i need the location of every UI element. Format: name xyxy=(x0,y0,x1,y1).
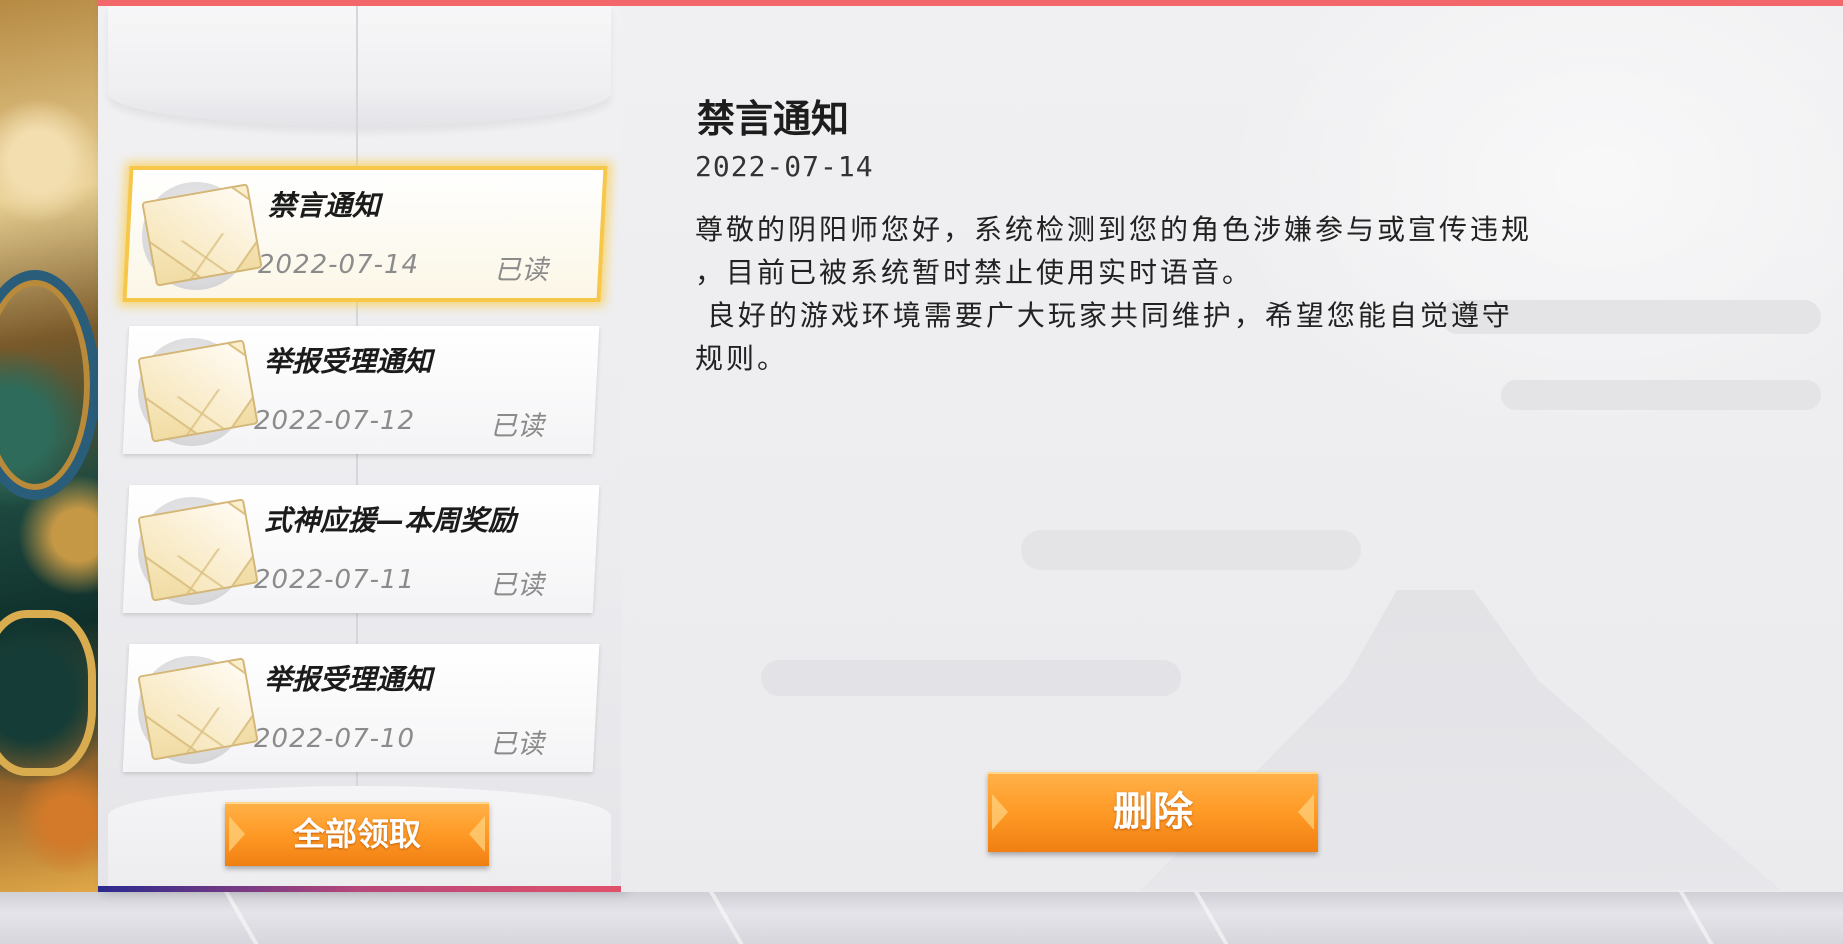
envelope-icon xyxy=(137,339,259,443)
detail-body-line: ，目前已被系统暂时禁止使用实时语音。 xyxy=(695,256,1254,289)
character-ornament xyxy=(0,610,96,776)
mail-detail-panel: 禁言通知 2022-07-14 尊敬的阴阳师您好，系统检测到您的角色涉嫌参与或宣… xyxy=(621,0,1843,892)
mail-date: 2022-07-12 xyxy=(254,406,416,436)
panel-bottom-accent xyxy=(98,886,621,892)
character-ornament xyxy=(0,270,98,500)
mail-read-status: 已读 xyxy=(490,729,544,760)
detail-body-line: 规则。 xyxy=(695,342,789,375)
floor-background xyxy=(0,892,1843,944)
envelope-icon xyxy=(137,657,259,761)
claim-all-button[interactable]: 全部领取 xyxy=(225,802,489,866)
claim-all-label: 全部领取 xyxy=(292,815,421,853)
mail-title: 举报受理通知 xyxy=(264,663,433,696)
cloud-decoration xyxy=(1501,380,1821,410)
envelope-icon xyxy=(141,183,263,287)
delete-button[interactable]: 删除 xyxy=(988,772,1318,852)
delete-label: 删除 xyxy=(1113,789,1193,835)
mail-title: 式神应援—本周奖励 xyxy=(264,504,517,537)
chevron-left-icon xyxy=(1298,794,1314,830)
mail-title: 禁言通知 xyxy=(268,189,381,222)
chevron-left-icon xyxy=(469,816,485,852)
mail-item[interactable]: 禁言通知 2022-07-14 已读 xyxy=(122,166,608,302)
chevron-right-icon xyxy=(992,794,1008,830)
mail-title: 举报受理通知 xyxy=(264,345,433,378)
mail-read-status: 已读 xyxy=(494,255,548,286)
detail-body-line: 尊敬的阴阳师您好，系统检测到您的角色涉嫌参与或宣传违规 xyxy=(695,213,1533,246)
character-art xyxy=(0,0,98,892)
cloud-decoration xyxy=(761,660,1181,696)
mail-date: 2022-07-10 xyxy=(254,724,416,754)
envelope-icon xyxy=(137,498,259,602)
mail-item[interactable]: 举报受理通知 2022-07-12 已读 xyxy=(122,326,600,454)
detail-date: 2022-07-14 xyxy=(695,150,874,183)
detail-body: 尊敬的阴阳师您好，系统检测到您的角色涉嫌参与或宣传违规 ，目前已被系统暂时禁止使… xyxy=(695,208,1625,380)
mail-read-status: 已读 xyxy=(490,570,544,601)
mail-date: 2022-07-14 xyxy=(258,250,420,280)
mail-item[interactable]: 式神应援—本周奖励 2022-07-11 已读 xyxy=(122,485,600,613)
mail-date: 2022-07-11 xyxy=(254,565,416,595)
panel-top-accent xyxy=(621,0,1843,6)
detail-title: 禁言通知 xyxy=(697,97,850,141)
chevron-right-icon xyxy=(229,816,245,852)
detail-body-line: 良好的游戏环境需要广大玩家共同维护，希望您能自觉遵守 xyxy=(695,299,1513,332)
cloud-decoration xyxy=(1021,530,1361,570)
scroll-cap-top xyxy=(108,6,611,126)
mail-item[interactable]: 举报受理通知 2022-07-10 已读 xyxy=(122,644,600,772)
mail-read-status: 已读 xyxy=(490,411,544,442)
